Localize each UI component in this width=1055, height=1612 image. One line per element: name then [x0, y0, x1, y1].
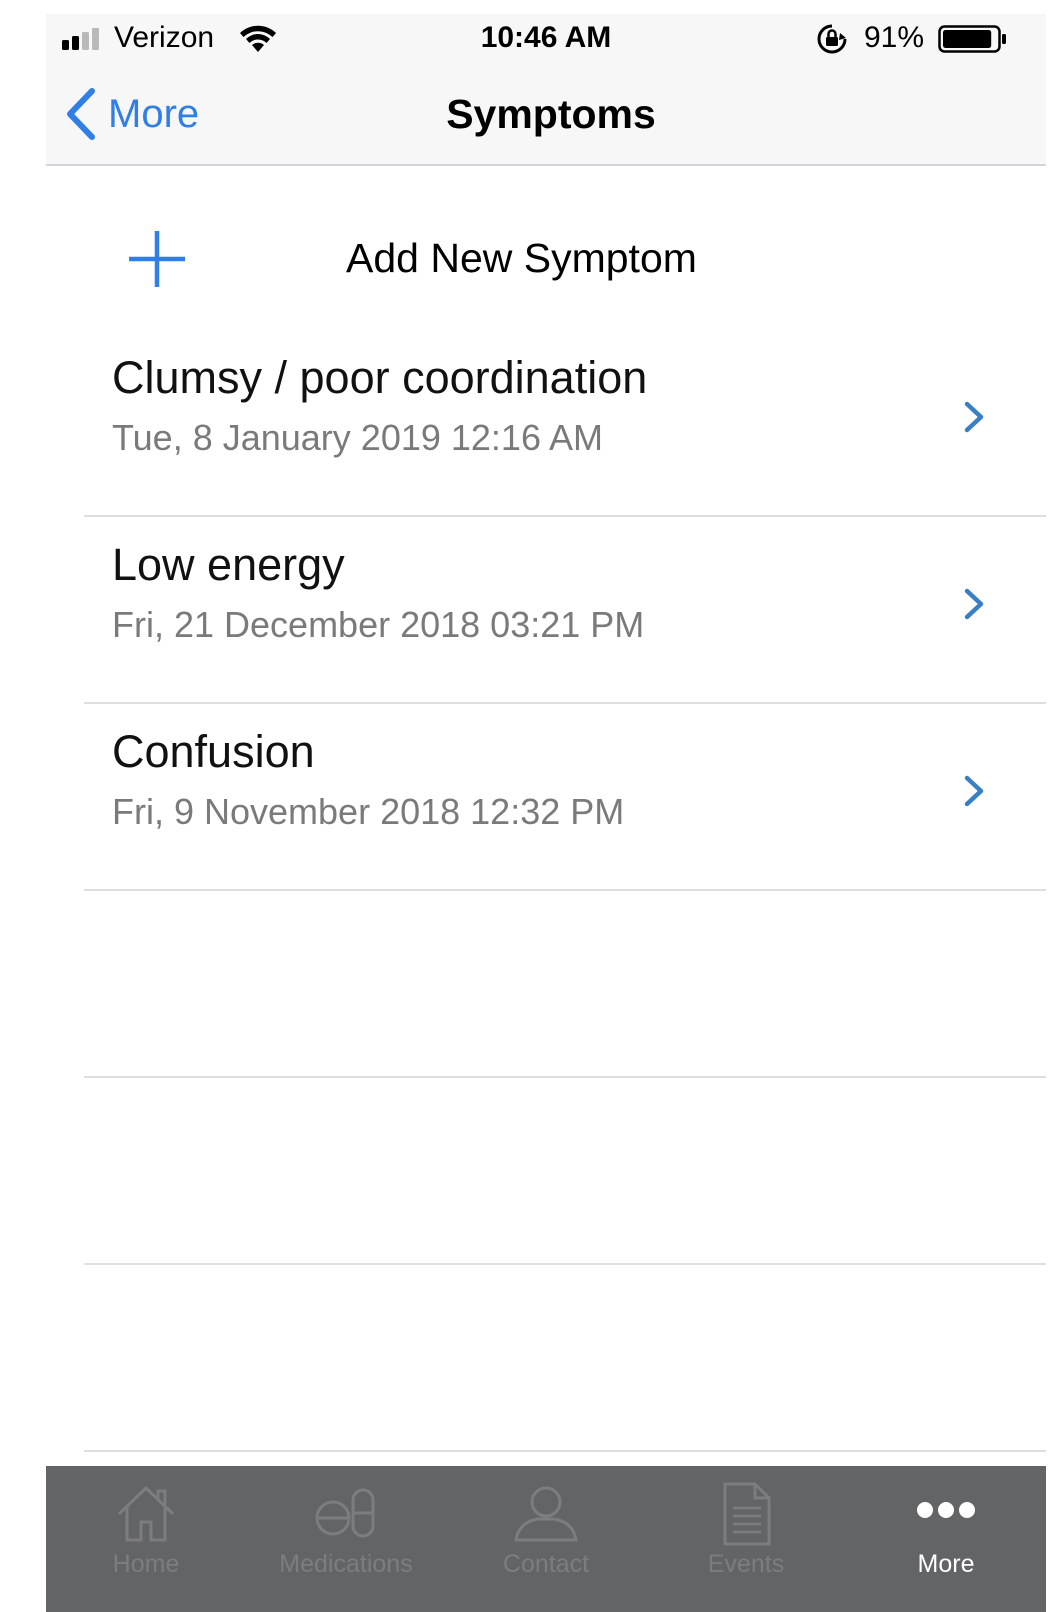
more-dots-icon: [917, 1502, 975, 1518]
tab-more[interactable]: More: [846, 1466, 1046, 1612]
document-icon: [723, 1482, 771, 1546]
symptom-row[interactable]: Confusion Fri, 9 November 2018 12:32 PM: [46, 704, 1046, 891]
tab-label: Contact: [502, 1550, 590, 1578]
empty-list-row: [46, 1078, 1046, 1265]
tab-medications[interactable]: Medications: [246, 1466, 446, 1612]
page-title: Symptoms: [446, 91, 656, 137]
battery-icon: [938, 25, 1006, 53]
symptom-date: Tue, 8 January 2019 12:16 AM: [112, 417, 603, 458]
symptom-date: Fri, 21 December 2018 03:21 PM: [112, 604, 645, 645]
empty-list-row: [46, 891, 1046, 1078]
empty-list-row: [46, 1265, 1046, 1452]
symptom-title: Clumsy / poor coordination: [112, 352, 648, 403]
home-icon: [117, 1485, 175, 1542]
tab-bar: Home Medications Contact Events More: [46, 1466, 1046, 1612]
symptom-list: Clumsy / poor coordination Tue, 8 Januar…: [46, 330, 1046, 1452]
tab-home[interactable]: Home: [46, 1466, 246, 1612]
symptom-row[interactable]: Low energy Fri, 21 December 2018 03:21 P…: [46, 517, 1046, 704]
tab-events[interactable]: Events: [646, 1466, 846, 1612]
tab-label: Medications: [279, 1550, 413, 1578]
add-new-symptom-label: Add New Symptom: [346, 235, 697, 281]
symptom-row[interactable]: Clumsy / poor coordination Tue, 8 Januar…: [46, 330, 1046, 517]
person-icon: [514, 1486, 578, 1542]
symptom-title: Confusion: [112, 726, 315, 777]
status-bar: Verizon 10:46 AM 91%: [46, 14, 1046, 64]
pill-icon: [315, 1488, 375, 1538]
chevron-right-icon: [964, 588, 984, 620]
navigation-bar: More Symptoms: [46, 64, 1046, 166]
chevron-right-icon: [964, 775, 984, 807]
plus-icon: [129, 231, 185, 287]
symptom-title: Low energy: [112, 539, 345, 590]
chevron-right-icon: [964, 401, 984, 433]
battery-percentage: 91%: [864, 21, 925, 54]
tab-label: More: [917, 1550, 975, 1578]
tab-contact[interactable]: Contact: [446, 1466, 646, 1612]
tab-label: Events: [707, 1550, 785, 1578]
tab-label: Home: [112, 1550, 180, 1578]
symptom-date: Fri, 9 November 2018 12:32 PM: [112, 791, 625, 832]
phone-screen: Verizon 10:46 AM 91% More Symptoms Add N…: [46, 14, 1046, 1612]
orientation-lock-icon: [817, 24, 847, 54]
add-new-symptom-button[interactable]: Add New Symptom: [46, 210, 1046, 310]
